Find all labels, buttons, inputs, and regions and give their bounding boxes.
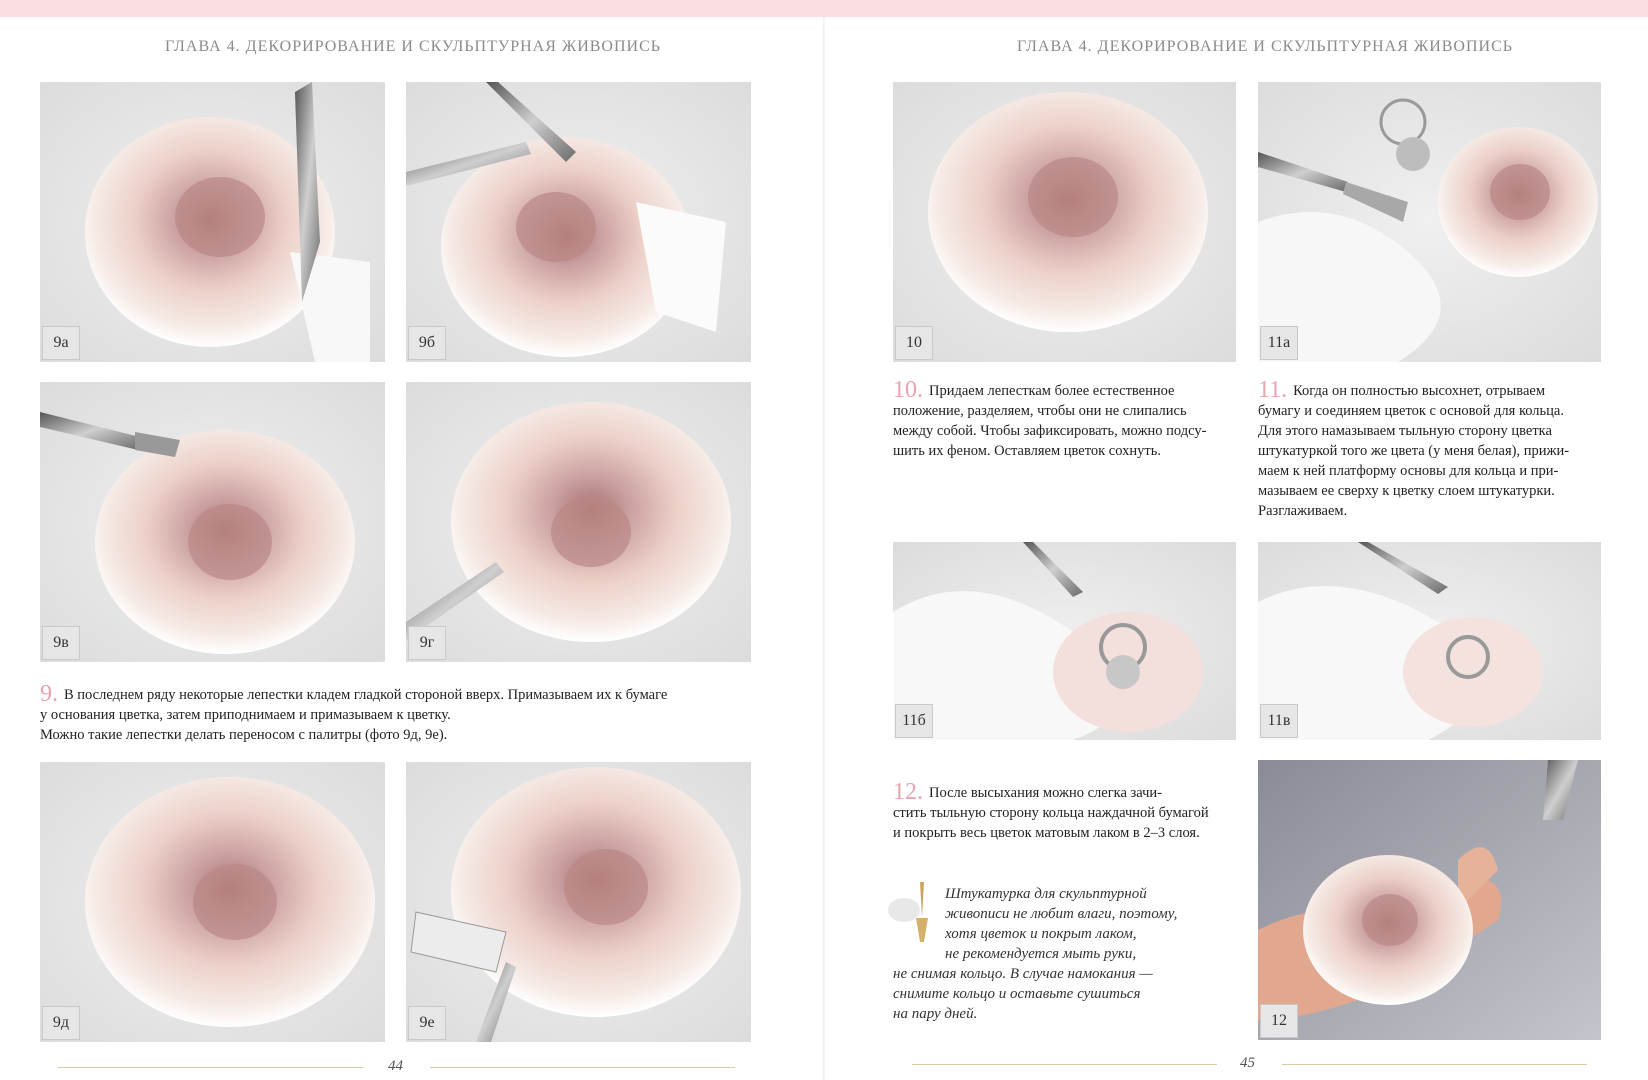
step-9-line: В последнем ряду некоторые лепестки клад…	[64, 687, 668, 703]
page-number-left: 44	[388, 1058, 403, 1074]
footer-line-left	[58, 1067, 363, 1068]
photo-label: 11б	[895, 704, 933, 738]
step-10-line: положение, разделяем, чтобы они не слипа…	[893, 403, 1187, 419]
step-number: 10.	[893, 377, 923, 403]
step-number: 9.	[40, 681, 58, 707]
photo-9d: 9д	[40, 762, 385, 1042]
note-line: не снимая кольцо. В случае намокания —	[893, 966, 1153, 982]
step-9-line: Можно такие лепестки делать переносом с …	[40, 727, 448, 743]
photo-12: 12	[1258, 760, 1601, 1040]
step-11-line: мазываем ее сверху к цветку слоем штукат…	[1258, 483, 1555, 499]
photo-label: 9д	[42, 1006, 80, 1040]
note-line: не рекомендуется мыть руки,	[945, 946, 1137, 962]
step-11-line: маем к ней платформу основы для кольца и…	[1258, 463, 1559, 479]
step-11-line: Разглаживаем.	[1258, 503, 1348, 519]
photo-label: 9а	[42, 326, 80, 360]
top-color-bar	[0, 0, 1648, 17]
step-11-text: 11. Когда он полностью высохнет, отрываем…	[1258, 377, 1608, 521]
note-line: хотя цветок и покрыт лаком,	[945, 926, 1137, 942]
photo-label: 10	[895, 326, 933, 360]
step-number: 12.	[893, 779, 923, 805]
footer-line-left-2	[430, 1067, 735, 1068]
footer-line-right	[912, 1064, 1217, 1065]
photo-label: 12	[1260, 1004, 1298, 1038]
step-9-text: 9. В последнем ряду некоторые лепестки кл…	[40, 681, 780, 745]
photo-label: 9е	[408, 1006, 446, 1040]
photo-label: 9в	[42, 626, 80, 660]
step-12-line: После высыхания можно слегка зачи-	[929, 785, 1163, 801]
photo-label: 9г	[408, 626, 446, 660]
photo-11a: 11а	[1258, 82, 1601, 362]
step-10-text: 10. Придаем лепесткам более естественное …	[893, 377, 1243, 461]
note-line: живописи не любит влаги, поэтому,	[945, 906, 1178, 922]
step-12-text: 12. После высыхания можно слегка зачи- ст…	[893, 779, 1243, 843]
step-12-line: и покрыть весь цветок матовым лаком в 2–…	[893, 825, 1200, 841]
step-9-line: у основания цветка, затем приподнимаем и…	[40, 707, 451, 723]
step-10-line: между собой. Чтобы зафиксировать, можно …	[893, 423, 1207, 439]
photo-11b: 11б	[893, 542, 1236, 740]
photo-9b: 9б	[406, 82, 751, 362]
left-page-header: ГЛАВА 4. ДЕКОРИРОВАНИЕ И СКУЛЬПТУРНАЯ ЖИ…	[165, 38, 661, 55]
photo-10: 10	[893, 82, 1236, 362]
photo-label: 11в	[1260, 704, 1298, 738]
step-11-line: Когда он полностью высохнет, отрываем	[1293, 383, 1545, 399]
step-12-line: стить тыльную сторону кольца наждачной б…	[893, 805, 1209, 821]
step-11-line: штукатуркой того же цвета (у меня белая)…	[1258, 443, 1570, 459]
photo-9v: 9в	[40, 382, 385, 662]
step-number: 11.	[1258, 377, 1288, 403]
note-line: снимите кольцо и оставьте сушиться	[893, 986, 1141, 1002]
note-line: Штукатурка для скульптурной	[945, 886, 1147, 902]
footer-line-right-2	[1282, 1064, 1587, 1065]
photo-9e: 9е	[406, 762, 751, 1042]
note-line: на пару дней.	[893, 1006, 978, 1022]
photo-9a: 9а	[40, 82, 385, 362]
right-page-header: ГЛАВА 4. ДЕКОРИРОВАНИЕ И СКУЛЬПТУРНАЯ ЖИ…	[1017, 38, 1513, 55]
photo-label: 9б	[408, 326, 446, 360]
page-number-right: 45	[1240, 1055, 1255, 1071]
step-10-line: шить их феном. Оставляем цветок сохнуть.	[893, 443, 1161, 459]
photo-label: 11а	[1260, 326, 1298, 360]
photo-9g: 9г	[406, 382, 751, 662]
step-11-line: Для этого намазываем тыльную сторону цве…	[1258, 423, 1552, 439]
photo-11v: 11в	[1258, 542, 1601, 740]
book-spine	[823, 17, 825, 1080]
step-11-line: бумагу и соединяем цветок с основой для …	[1258, 403, 1564, 419]
step-10-line: Придаем лепесткам более естественное	[929, 383, 1175, 399]
note-text: Штукатурка для скульптурной живописи не …	[893, 884, 1233, 1024]
